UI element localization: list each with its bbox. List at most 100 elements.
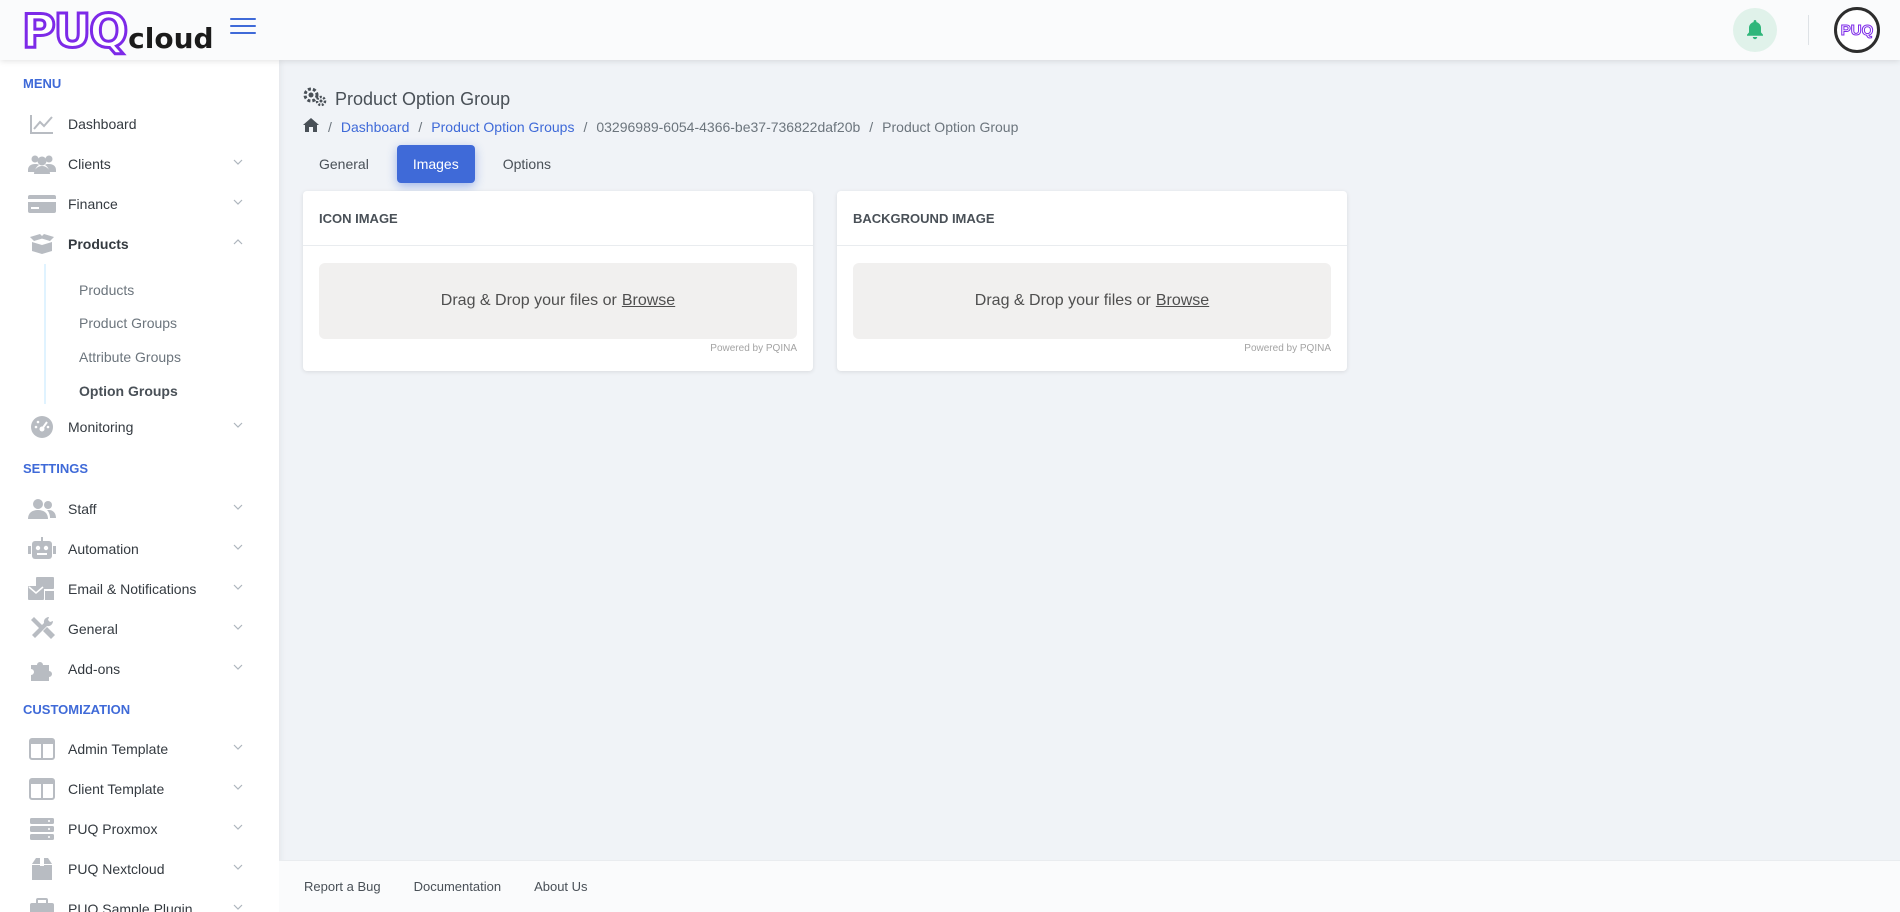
- icon-image-card: ICON IMAGE Drag & Drop your files or Bro…: [303, 191, 813, 371]
- submenu-item-product-groups[interactable]: Product Groups: [79, 315, 177, 331]
- chevron-down-icon: [233, 624, 243, 630]
- footer-report-bug[interactable]: Report a Bug: [304, 879, 381, 894]
- box-icon: [28, 857, 56, 881]
- dropzone-text: Drag & Drop your files or: [974, 292, 1151, 309]
- header-divider: [1808, 15, 1809, 45]
- mail-bulk-icon: [28, 577, 56, 601]
- home-icon[interactable]: [303, 118, 319, 135]
- briefcase-icon: [28, 897, 56, 912]
- breadcrumb-current: Product Option Group: [882, 118, 1019, 135]
- sidebar-item-label: Dashboard: [68, 116, 137, 132]
- submenu-item-option-groups[interactable]: Option Groups: [79, 383, 178, 399]
- chevron-down-icon: [233, 504, 243, 510]
- server-icon: [28, 817, 56, 841]
- chevron-down-icon: [233, 584, 243, 590]
- sidebar-item-label: Email & Notifications: [68, 581, 197, 597]
- breadcrumb-product-option-groups[interactable]: Product Option Groups: [431, 119, 574, 135]
- icon-image-dropzone[interactable]: Drag & Drop your files or Browse: [319, 263, 797, 339]
- chevron-down-icon: [233, 904, 243, 910]
- logo-sub: cloud: [128, 22, 214, 55]
- powered-by[interactable]: Powered by PQINA: [1244, 343, 1331, 354]
- hamburger-menu-icon[interactable]: [230, 18, 256, 38]
- dropzone-text: Drag & Drop your files or: [440, 292, 617, 309]
- sidebar-item-products[interactable]: Products: [28, 226, 253, 262]
- sidebar-item-client-template[interactable]: Client Template: [28, 771, 253, 807]
- submenu-item-attribute-groups[interactable]: Attribute Groups: [79, 349, 181, 365]
- sidebar-item-finance[interactable]: Finance: [28, 186, 253, 222]
- chevron-down-icon: [233, 544, 243, 550]
- gauge-icon: [28, 415, 56, 439]
- sidebar-item-puq-sample-plugin[interactable]: PUQ Sample Plugin: [28, 891, 253, 912]
- sidebar-item-label: Automation: [68, 541, 139, 557]
- user-group-icon: [28, 497, 56, 521]
- sidebar-item-label: General: [68, 621, 118, 637]
- chevron-down-icon: [233, 199, 243, 205]
- submenu-item-products[interactable]: Products: [79, 282, 134, 298]
- sidebar-item-label: Monitoring: [68, 419, 134, 435]
- credit-card-icon: [28, 192, 56, 216]
- sidebar-item-label: PUQ Proxmox: [68, 821, 158, 837]
- tools-icon: [28, 617, 56, 641]
- tab-general[interactable]: General: [303, 145, 385, 183]
- sidebar-item-label: Admin Template: [68, 741, 169, 757]
- section-menu: MENU: [23, 76, 62, 91]
- breadcrumb-uuid: 03296989-6054-4366-be37-736822daf20b: [596, 118, 861, 135]
- submenu-line: [44, 264, 46, 404]
- columns-icon: [28, 777, 56, 801]
- chart-line-icon: [28, 112, 56, 136]
- sidebar-item-add-ons[interactable]: Add-ons: [28, 651, 253, 687]
- sidebar-item-label: Client Template: [68, 781, 165, 797]
- card-title: BACKGROUND IMAGE: [837, 191, 1347, 246]
- sidebar-item-dashboard[interactable]: Dashboard: [28, 106, 253, 142]
- background-image-dropzone[interactable]: Drag & Drop your files or Browse: [853, 263, 1331, 339]
- sidebar-item-general[interactable]: General: [28, 611, 253, 647]
- chevron-up-icon: [233, 239, 243, 245]
- chevron-down-icon: [233, 784, 243, 790]
- logo-main: PUQ: [20, 4, 129, 58]
- sidebar-item-monitoring[interactable]: Monitoring: [28, 409, 253, 445]
- cogs-icon: [303, 87, 327, 112]
- page-title-text: Product Option Group: [335, 89, 511, 109]
- sidebar-item-label: Clients: [68, 156, 111, 172]
- sidebar-item-admin-template[interactable]: Admin Template: [28, 731, 253, 767]
- sidebar-item-puq-proxmox[interactable]: PUQ Proxmox: [28, 811, 253, 847]
- background-image-card: BACKGROUND IMAGE Drag & Drop your files …: [837, 191, 1347, 371]
- sidebar-item-puq-nextcloud[interactable]: PUQ Nextcloud: [28, 851, 253, 887]
- sidebar-item-label: PUQ Sample Plugin: [68, 901, 193, 912]
- users-icon: [28, 152, 56, 176]
- footer: Report a Bug Documentation About Us: [279, 860, 1900, 912]
- card-title: ICON IMAGE: [303, 191, 813, 246]
- sidebar-item-email-notifications[interactable]: Email & Notifications: [28, 571, 253, 607]
- sidebar-item-label: Staff: [68, 501, 97, 517]
- sidebar-item-label: Products: [68, 236, 129, 252]
- logo[interactable]: PUQ cloud: [20, 4, 214, 58]
- powered-by[interactable]: Powered by PQINA: [710, 343, 797, 354]
- sidebar-item-label: Finance: [68, 196, 118, 212]
- section-customization: CUSTOMIZATION: [23, 702, 131, 717]
- browse-link[interactable]: Browse: [622, 292, 675, 310]
- sidebar-item-label: PUQ Nextcloud: [68, 861, 165, 877]
- tabs: General Images Options: [303, 145, 579, 183]
- footer-about-us[interactable]: About Us: [534, 879, 587, 894]
- chevron-down-icon: [233, 744, 243, 750]
- tab-images[interactable]: Images: [396, 145, 475, 183]
- sidebar-item-clients[interactable]: Clients: [28, 146, 253, 182]
- sidebar: MENU Dashboard Clients Finance Products …: [0, 60, 279, 912]
- section-settings: SETTINGS: [23, 461, 89, 476]
- sidebar-item-automation[interactable]: Automation: [28, 531, 253, 567]
- page-title: Product Option Group: [303, 87, 510, 112]
- sidebar-item-staff[interactable]: Staff: [28, 491, 253, 527]
- avatar[interactable]: PUQ: [1834, 7, 1880, 53]
- footer-documentation[interactable]: Documentation: [414, 879, 501, 894]
- tab-options[interactable]: Options: [487, 145, 567, 183]
- notifications-bell-icon[interactable]: [1733, 8, 1777, 52]
- chevron-down-icon: [233, 864, 243, 870]
- browse-link[interactable]: Browse: [1156, 292, 1209, 310]
- robot-icon: [28, 537, 56, 561]
- chevron-down-icon: [233, 664, 243, 670]
- top-header: PUQ cloud PUQ: [0, 0, 1900, 60]
- columns-icon: [28, 737, 56, 761]
- sidebar-item-label: Add-ons: [68, 661, 121, 677]
- chevron-down-icon: [233, 159, 243, 165]
- breadcrumb-dashboard[interactable]: Dashboard: [341, 119, 410, 135]
